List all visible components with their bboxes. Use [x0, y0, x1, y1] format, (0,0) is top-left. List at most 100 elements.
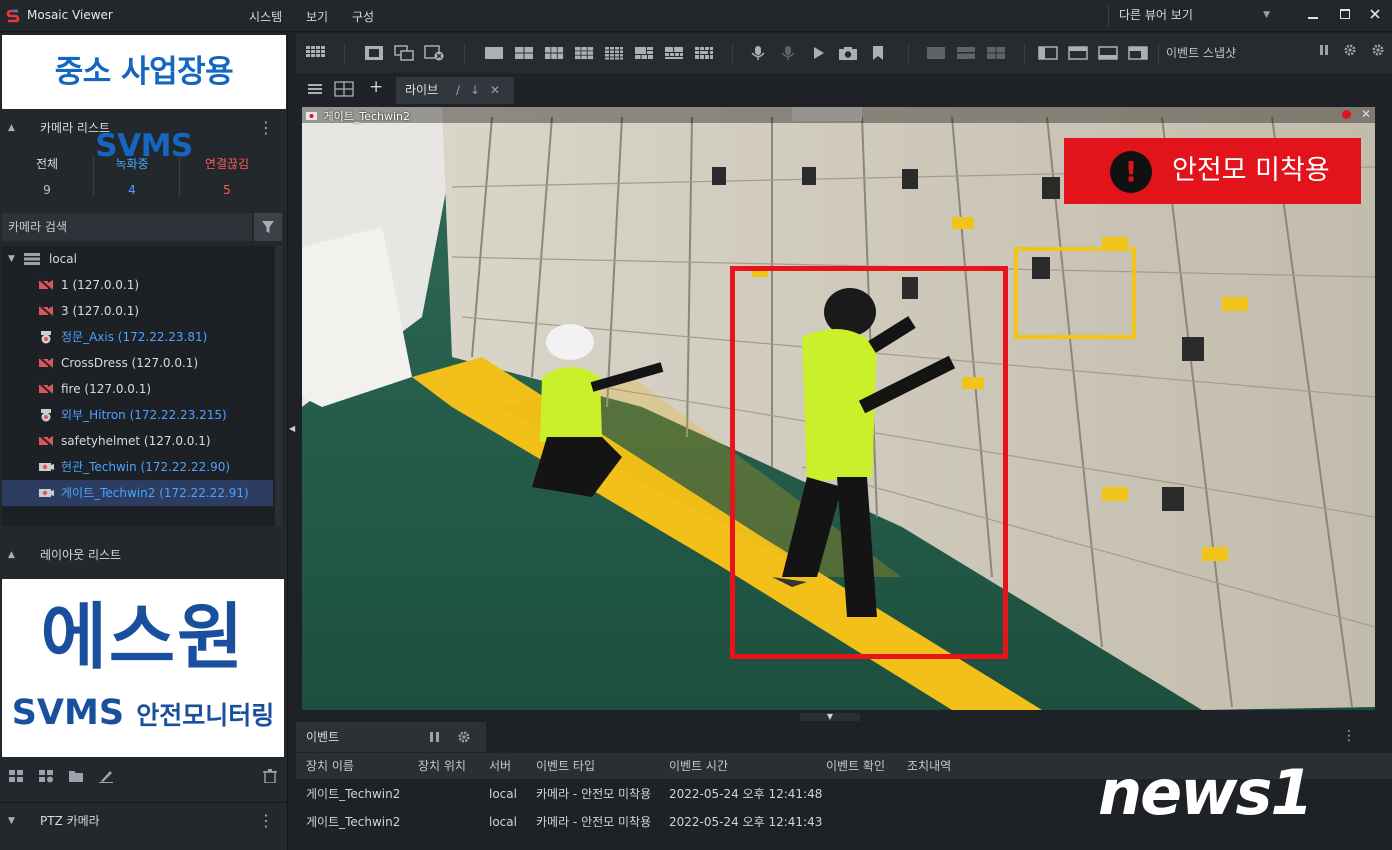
panel-layout-b-button[interactable] — [1068, 45, 1088, 61]
minimize-button[interactable] — [1303, 6, 1323, 26]
close-window-button[interactable] — [1365, 6, 1385, 26]
list-item[interactable]: fire (127.0.0.1) — [2, 376, 273, 402]
camera-list-title: 카메라 리스트 — [40, 121, 111, 135]
ptz-camera-header[interactable]: ▼ PTZ 카메라 ⋮ — [0, 806, 288, 836]
maximize-button[interactable] — [1335, 6, 1355, 26]
toolbar-separator — [1024, 43, 1025, 65]
col-event-type[interactable]: 이벤트 타입 — [536, 753, 595, 779]
edit-pen-icon[interactable]: ∕ — [456, 77, 460, 104]
list-item[interactable]: 게이트_Techwin2 (172.22.22.91) — [2, 480, 273, 506]
list-item[interactable]: 외부_Hitron (172.22.23.215) — [2, 402, 273, 428]
microphone-icon — [751, 46, 765, 60]
more-vert-icon[interactable]: ⋮ — [258, 113, 274, 143]
close-icon[interactable]: ✕ — [490, 77, 500, 104]
layout-1-button[interactable] — [484, 45, 504, 61]
toolbar-separator — [464, 43, 465, 65]
microphone-button[interactable] — [748, 45, 768, 61]
close-video-icon[interactable]: ✕ — [1361, 107, 1371, 121]
stat-recording-value: 4 — [128, 183, 136, 197]
close-layout-button[interactable] — [424, 45, 444, 61]
layout-6-button[interactable] — [544, 45, 564, 61]
tab-live[interactable]: 라이브 ∕ ↓ ✕ — [396, 77, 514, 104]
collapse-left-panel-icon[interactable]: ◀ — [289, 424, 295, 433]
pip-off-c-button[interactable] — [986, 45, 1006, 61]
layout-16-button[interactable] — [604, 45, 624, 61]
list-item[interactable]: CrossDress (127.0.0.1) — [2, 350, 273, 376]
dome-camera-icon — [41, 331, 51, 344]
stat-recording[interactable]: 녹화중 4 — [89, 155, 175, 197]
filter-button[interactable] — [254, 213, 282, 241]
event-panel-toggle[interactable]: ▼ — [800, 713, 860, 721]
camera-list-header[interactable]: ▲ 카메라 리스트 ⋮ — [0, 113, 288, 143]
stat-disconnected[interactable]: 연결끊김 5 — [184, 155, 270, 197]
svms-banner-top: 중소 사업장용 SVMS — [2, 35, 286, 164]
gear-icon[interactable] — [457, 730, 471, 744]
layout-grid-icon[interactable] — [8, 769, 24, 783]
panel-layout-d-button[interactable] — [1128, 45, 1148, 61]
snapshot-camera-button[interactable] — [838, 45, 858, 61]
col-device-location[interactable]: 장치 위치 — [418, 753, 466, 779]
col-event-check[interactable]: 이벤트 확인 — [826, 753, 885, 779]
tree-root-local[interactable]: ▼ local — [2, 246, 282, 272]
list-item[interactable]: 현관_Techwin (172.22.22.90) — [2, 454, 273, 480]
camera-disconnected-icon — [38, 278, 54, 292]
pip-off-b-button[interactable] — [956, 45, 976, 61]
bookmark-button[interactable] — [868, 45, 888, 61]
list-item-label: 정문_Axis (172.22.23.81) — [61, 330, 208, 344]
more-vert-icon[interactable]: ⋮ — [258, 806, 274, 836]
other-viewer-dropdown[interactable]: 다른 뷰어 보기 ▼ — [1108, 4, 1276, 26]
cell-server: local — [489, 787, 517, 801]
helmet-alert-banner: ! 안전모 미착용 — [1064, 138, 1361, 204]
fit-screen-button[interactable] — [364, 45, 384, 61]
layout-custom-c-button[interactable] — [694, 45, 714, 61]
list-item[interactable]: safetyhelmet (127.0.0.1) — [2, 428, 273, 454]
panel-layout-b-icon — [1068, 46, 1088, 60]
pause-icon[interactable] — [428, 730, 442, 744]
layout-split-icon[interactable] — [334, 80, 354, 98]
col-server[interactable]: 서버 — [489, 753, 511, 779]
col-event-time[interactable]: 이벤트 시간 — [669, 753, 728, 779]
folder-icon[interactable] — [68, 769, 84, 783]
list-item-label: CrossDress (127.0.0.1) — [61, 356, 199, 370]
add-tab-icon[interactable]: + — [369, 77, 383, 97]
gear-icon[interactable] — [1371, 43, 1385, 57]
tree-scrollbar[interactable] — [275, 246, 283, 526]
list-item[interactable]: 3 (127.0.0.1) — [2, 298, 273, 324]
layout-custom-b-button[interactable] — [664, 45, 684, 61]
col-action[interactable]: 조치내역 — [907, 753, 951, 779]
menu-config[interactable]: 구성 — [352, 8, 374, 25]
list-item[interactable]: 1 (127.0.0.1) — [2, 272, 273, 298]
trash-icon[interactable] — [262, 769, 278, 783]
layout-4-button[interactable] — [514, 45, 534, 61]
title-bar: Mosaic Viewer 시스템 보기 구성 다른 뷰어 보기 ▼ — [0, 0, 1392, 32]
layout-list-header[interactable]: ▲ 레이아웃 리스트 — [0, 540, 288, 570]
layout-add-icon[interactable] — [38, 769, 54, 783]
pause-icon[interactable] — [1318, 44, 1330, 56]
play-button[interactable] — [808, 45, 828, 61]
multi-monitor-button[interactable] — [394, 45, 414, 61]
gear-icon[interactable] — [1343, 43, 1357, 57]
more-vert-icon[interactable]: ⋮ — [1342, 728, 1356, 744]
layout-9-button[interactable] — [574, 45, 594, 61]
collapse-triangle-icon: ▲ — [8, 123, 15, 133]
menu-view[interactable]: 보기 — [306, 8, 328, 25]
edit-pen-icon[interactable] — [98, 769, 114, 783]
panel-layout-c-button[interactable] — [1098, 45, 1118, 61]
list-item[interactable]: 정문_Axis (172.22.23.81) — [2, 324, 273, 350]
panel-layout-a-button[interactable] — [1038, 45, 1058, 61]
col-device-name[interactable]: 장치 이름 — [306, 753, 354, 779]
menu-system[interactable]: 시스템 — [249, 8, 282, 25]
camera-search-input[interactable]: 카메라 검색 — [2, 213, 252, 241]
download-arrow-icon[interactable]: ↓ — [470, 77, 480, 104]
layout-custom-a-button[interactable] — [634, 45, 654, 61]
cell-time: 2022-05-24 오후 12:41:48 — [669, 787, 823, 801]
grid-4x4-button[interactable] — [306, 45, 326, 61]
pip-off-a-button[interactable] — [926, 45, 946, 61]
microphone-off-button[interactable] — [778, 45, 798, 61]
alert-badge-icon — [1342, 110, 1351, 119]
menu-list-icon[interactable] — [308, 82, 322, 96]
live-video-view[interactable]: 게이트_Techwin2 ✕ ! 안전모 미착용 — [302, 107, 1375, 710]
stat-total[interactable]: 전체 9 — [4, 155, 90, 197]
stat-total-value: 9 — [43, 183, 51, 197]
event-tab[interactable]: 이벤트 — [296, 722, 486, 752]
